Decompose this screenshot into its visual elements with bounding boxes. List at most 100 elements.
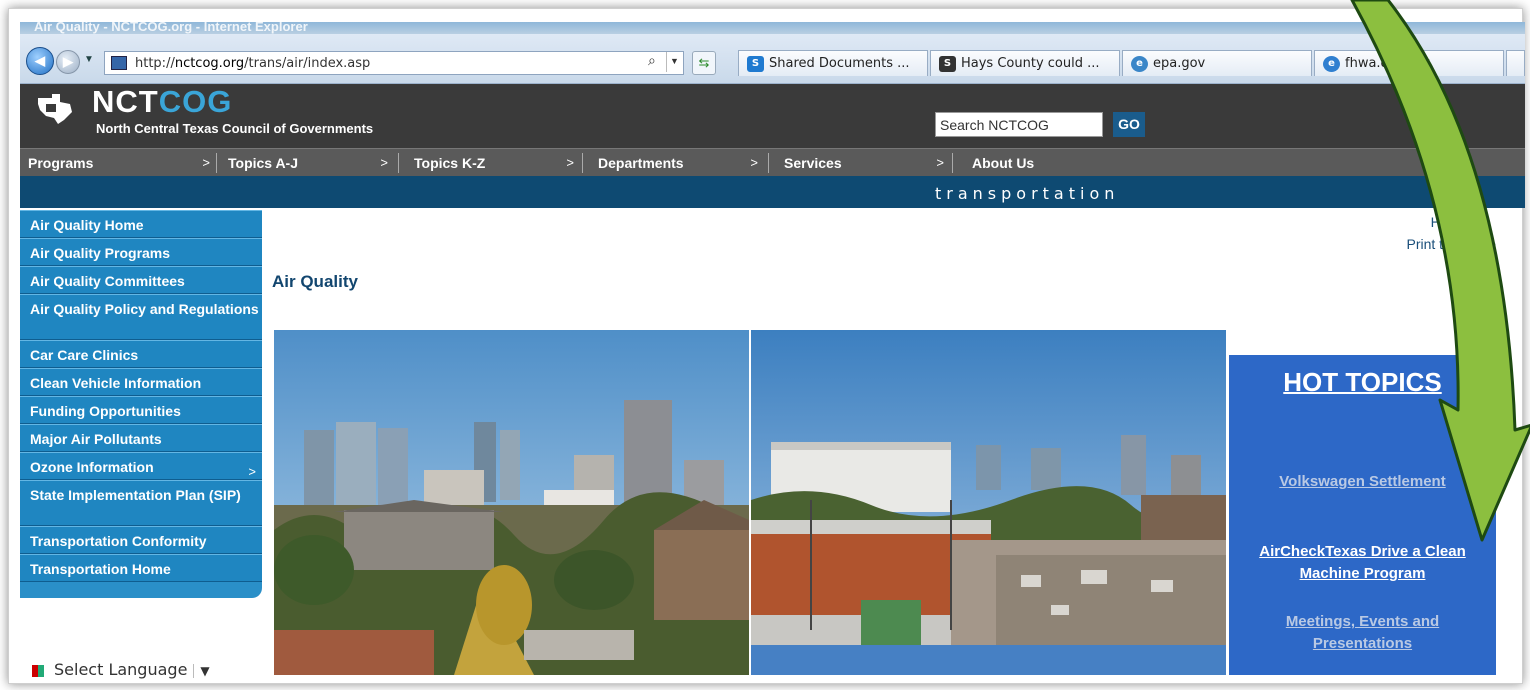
ie-icon: e [1323,56,1340,72]
url-prefix: http:// [135,56,175,71]
chevron-right-icon: > [202,155,210,170]
sidebar-item-transportation-home[interactable]: Transportation Home [20,554,262,582]
site-search-input[interactable]: Search NCTCOG [935,112,1103,137]
hot-topic-link[interactable]: AirCheckTexas Drive a Clean Machine Prog… [1229,541,1496,585]
window-titlebar: Air Quality - NCTCOG.org - Internet Expl… [20,22,1525,34]
language-label: Select Language [54,660,188,679]
sidebar-item-sip[interactable]: State Implementation Plan (SIP) [20,480,262,526]
menu-label: Departments [598,155,684,171]
sidebar-item-label: Funding Opportunities [30,403,181,419]
sidebar-item-label: Air Quality Programs [30,245,171,261]
tab-partial[interactable] [1506,50,1525,76]
sidebar-item-label: Transportation Conformity [30,533,207,549]
sidebar-item-clean-vehicle[interactable]: Clean Vehicle Information [20,368,262,396]
chevron-right-icon: > [750,155,758,170]
section-banner-label: transportation [935,184,1120,203]
section-banner: transportation [20,176,1525,208]
hot-topic-link[interactable]: Volkswagen Settlement [1229,471,1496,493]
compatibility-refresh-button[interactable]: ⇆ [692,51,716,75]
chevron-right-icon: > [248,464,256,479]
sidebar-item-label: State Implementation Plan (SIP) [30,487,241,503]
menu-divider [216,153,217,173]
sidebar-item-label: Car Care Clinics [30,347,139,363]
tab-label: fhwa.dot.gov [1345,56,1430,71]
tab-fhwa[interactable]: e fhwa.dot.gov [1314,50,1504,76]
menu-about-us[interactable]: About Us [972,149,1112,177]
back-button[interactable]: ◀ [26,47,54,75]
menu-divider [768,153,769,173]
menu-divider [952,153,953,173]
sidebar-item-ozone[interactable]: Ozone Information > [20,452,262,480]
forward-button[interactable]: ▶ [56,50,80,74]
tab-shared-documents[interactable]: S Shared Documents ... [738,50,928,76]
hot-topics-panel: HOT TOPICS Volkswagen Settlement AirChec… [1229,355,1496,675]
menu-label: Programs [28,155,94,171]
sidebar-item-label: Ozone Information [30,459,154,475]
search-icon[interactable]: ⌕ [648,52,656,69]
site-logo[interactable]: NCTCOG [92,84,232,120]
home-link[interactable]: Home [1431,214,1468,230]
menu-label: About Us [972,155,1035,171]
window-title: Air Quality - NCTCOG.org - Internet Expl… [34,22,308,34]
sharepoint-icon: S [747,56,764,72]
history-dropdown-icon[interactable]: ▼ [84,54,94,65]
tab-epa[interactable]: e epa.gov [1122,50,1312,76]
logo-suffix: COG [158,84,233,119]
sidebar-item-air-quality-home[interactable]: Air Quality Home [20,210,262,238]
print-page-link[interactable]: Print this page [1407,236,1497,252]
menu-label: Topics K-Z [414,155,486,171]
tab-label: Hays County could ... [961,56,1100,71]
sidebar-item-label: Transportation Home [30,561,171,577]
browser-toolbar: ◀ ▶ ▼ http://nctcog.org/trans/air/index.… [20,34,1525,84]
menu-services[interactable]: Services > [784,149,952,177]
language-selector[interactable]: Select Language ▼ [32,660,210,679]
menu-topics-a-j[interactable]: Topics A-J > [228,149,396,177]
sidebar-nav: Air Quality Home Air Quality Programs Ai… [20,210,262,598]
epa-icon: e [1131,56,1148,72]
sidebar-item-label: Major Air Pollutants [30,431,162,447]
tab-label: Shared Documents ... [769,56,910,71]
hot-topic-link[interactable]: Meetings, Events and Presentations [1229,611,1496,655]
skyline-photo [274,330,749,675]
tab-label: epa.gov [1153,56,1206,71]
chevron-down-icon: ▼ [193,664,210,678]
menu-divider [398,153,399,173]
sidebar-item-label: Clean Vehicle Information [30,375,202,391]
chevron-right-icon: > [566,155,574,170]
arrow-right-icon: ▶ [63,54,73,69]
url-path: /trans/air/index.asp [244,56,371,71]
texas-map-logo-icon [38,94,72,124]
sidebar-item-funding[interactable]: Funding Opportunities [20,396,262,424]
chevron-right-icon: > [380,155,388,170]
sidebar-item-conformity[interactable]: Transportation Conformity [20,526,262,554]
go-button[interactable]: GO [1113,112,1145,137]
sidebar-item-label: Air Quality Committees [30,273,185,289]
rooftop-photo [751,330,1226,675]
menu-topics-k-z[interactable]: Topics K-Z > [414,149,582,177]
site-header: NCTCOG North Central Texas Council of Go… [20,84,1525,148]
address-input[interactable]: http://nctcog.org/trans/air/index.asp [104,51,684,75]
arrow-left-icon: ◀ [35,53,45,68]
menu-departments[interactable]: Departments > [598,149,766,177]
s-logo-icon: S [939,56,956,72]
main-menu: Programs > Topics A-J > Topics K-Z > Depart… [20,148,1525,176]
hot-topics-title: HOT TOPICS [1283,367,1442,397]
google-translate-icon [32,664,44,677]
menu-programs[interactable]: Programs > [28,149,218,177]
tab-hays-county[interactable]: S Hays County could ... [930,50,1120,76]
menu-label: Services [784,155,842,171]
sidebar-item-air-quality-committees[interactable]: Air Quality Committees [20,266,262,294]
sidebar-item-pollutants[interactable]: Major Air Pollutants [20,424,262,452]
sidebar-item-air-quality-programs[interactable]: Air Quality Programs [20,238,262,266]
sidebar-item-label: Air Quality Policy and Regulations [30,301,259,317]
sidebar-item-label: Air Quality Home [30,217,144,233]
menu-divider [582,153,583,173]
sidebar-item-car-care-clinics[interactable]: Car Care Clinics [20,340,262,368]
address-dropdown-icon[interactable]: ▼ [666,52,682,72]
chevron-right-icon: > [936,155,944,170]
url-host: nctcog.org [174,56,245,71]
page-title: Air Quality [272,272,358,291]
site-favicon-icon [111,56,127,70]
menu-label: Topics A-J [228,155,299,171]
sidebar-item-policy-regulations[interactable]: Air Quality Policy and Regulations [20,294,262,340]
